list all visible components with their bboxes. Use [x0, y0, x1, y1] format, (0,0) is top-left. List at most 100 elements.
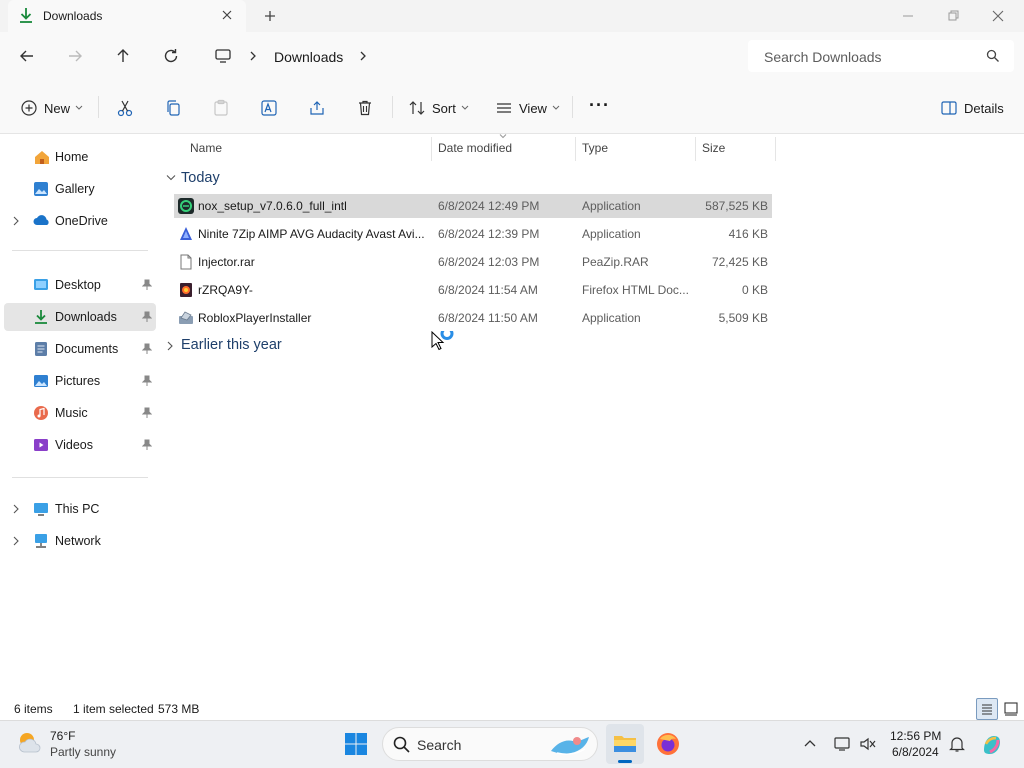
sidebar-item-downloads[interactable]: Downloads: [4, 303, 156, 331]
restore-icon[interactable]: [943, 6, 963, 26]
sidebar-item-network[interactable]: Network: [4, 527, 156, 555]
sidebar-item-home[interactable]: Home: [4, 143, 156, 171]
sidebar-divider: [12, 477, 148, 478]
computer-icon: [214, 47, 232, 65]
tab-downloads[interactable]: Downloads: [8, 0, 246, 32]
home-icon: [33, 149, 51, 165]
sidebar-item-label: Pictures: [55, 374, 101, 388]
sidebar-item-gallery[interactable]: Gallery: [4, 175, 156, 203]
notification-bell-icon[interactable]: [948, 735, 966, 753]
cut-button[interactable]: [116, 97, 134, 119]
file-date: 6/8/2024 11:50 AM: [438, 311, 538, 325]
sidebar-item-this-pc[interactable]: This PC: [4, 495, 156, 523]
onedrive-icon: [33, 213, 51, 227]
weather-temp: 76°F: [50, 729, 76, 743]
this-pc-icon: [33, 501, 49, 517]
taskbar-file-explorer[interactable]: [606, 724, 644, 764]
delete-button[interactable]: [356, 97, 374, 119]
minimize-icon[interactable]: [898, 6, 918, 26]
view-button[interactable]: View: [495, 97, 560, 119]
windows-start-icon[interactable]: [344, 732, 368, 756]
breadcrumb-downloads[interactable]: Downloads: [274, 49, 343, 65]
refresh-icon[interactable]: [161, 46, 181, 66]
music-icon: [33, 405, 49, 421]
share-button[interactable]: [308, 97, 326, 119]
chevron-right-icon: [166, 341, 174, 351]
view-list-icon: [495, 99, 513, 117]
installer-icon: [178, 310, 194, 326]
close-tab-icon[interactable]: [220, 8, 234, 22]
sidebar-item-music[interactable]: Music: [4, 399, 156, 427]
new-button[interactable]: New: [20, 97, 83, 119]
address-bar[interactable]: Downloads: [204, 40, 734, 72]
firefox-icon[interactable]: [656, 732, 680, 756]
chevron-right-icon[interactable]: [12, 504, 20, 514]
plus-circle-icon: [20, 99, 38, 117]
sidebar-item-videos[interactable]: Videos: [4, 431, 156, 459]
sidebar-item-pictures[interactable]: Pictures: [4, 367, 156, 395]
rename-button[interactable]: [260, 97, 278, 119]
column-divider[interactable]: [575, 137, 576, 161]
back-icon[interactable]: [17, 46, 37, 66]
pin-icon[interactable]: [142, 407, 152, 419]
pin-icon[interactable]: [142, 311, 152, 323]
sidebar-item-onedrive[interactable]: OneDrive: [4, 207, 156, 235]
search-input[interactable]: Search Downloads: [748, 40, 1014, 72]
network-icon: [33, 533, 49, 549]
sidebar-item-documents[interactable]: Documents: [4, 335, 156, 363]
new-tab-button[interactable]: [262, 8, 278, 24]
gallery-icon: [33, 181, 49, 197]
column-divider[interactable]: [695, 137, 696, 161]
chevron-up-icon[interactable]: [803, 737, 817, 751]
group-label: Today: [181, 170, 220, 186]
more-options-button[interactable]: ···: [589, 94, 610, 116]
divider: [572, 96, 573, 118]
search-icon: [986, 49, 1000, 63]
chevron-right-icon[interactable]: [12, 216, 20, 226]
column-header-date[interactable]: Date modified: [438, 141, 512, 155]
speaker-muted-icon[interactable]: [859, 735, 877, 753]
table-row[interactable]: rZRQA9Y- 6/8/2024 11:54 AM Firefox HTML …: [174, 278, 772, 302]
file-type: PeaZip.RAR: [582, 255, 649, 269]
file-date: 6/8/2024 12:39 PM: [438, 227, 540, 241]
column-divider[interactable]: [431, 137, 432, 161]
column-divider[interactable]: [775, 137, 776, 161]
copy-button[interactable]: [164, 97, 182, 119]
sort-button[interactable]: Sort: [408, 97, 469, 119]
pin-icon[interactable]: [142, 279, 152, 291]
forward-icon[interactable]: [65, 46, 85, 66]
display-icon[interactable]: [833, 735, 851, 753]
item-count: 6 items: [14, 702, 53, 716]
up-icon[interactable]: [113, 46, 133, 66]
pin-icon[interactable]: [142, 439, 152, 451]
paste-button[interactable]: [212, 97, 230, 119]
column-header-name[interactable]: Name: [190, 141, 222, 155]
tiles-view-button[interactable]: [1000, 698, 1022, 720]
chevron-right-icon[interactable]: [248, 50, 258, 62]
chevron-right-icon[interactable]: [12, 536, 20, 546]
pin-icon[interactable]: [142, 375, 152, 387]
details-view-button[interactable]: [976, 698, 998, 720]
chevron-down-icon: [461, 105, 469, 111]
table-row[interactable]: Injector.rar 6/8/2024 12:03 PM PeaZip.RA…: [174, 250, 772, 274]
column-header-size[interactable]: Size: [702, 141, 725, 155]
paste-icon: [212, 99, 230, 117]
details-button[interactable]: Details: [940, 97, 1004, 119]
group-today[interactable]: Today: [164, 170, 284, 190]
column-header-type[interactable]: Type: [582, 141, 608, 155]
table-row[interactable]: nox_setup_v7.0.6.0_full_intl 6/8/2024 12…: [174, 194, 772, 218]
table-row[interactable]: Ninite 7Zip AIMP AVG Audacity Avast Avi.…: [174, 222, 772, 246]
pin-icon[interactable]: [142, 343, 152, 355]
sidebar-item-label: OneDrive: [55, 214, 108, 228]
copilot-icon[interactable]: [980, 732, 1004, 756]
table-row[interactable]: RobloxPlayerInstaller 6/8/2024 11:50 AM …: [174, 306, 772, 330]
group-earlier-this-year[interactable]: Earlier this year: [164, 337, 324, 357]
clock-date: 6/8/2024: [892, 745, 939, 759]
sidebar-item-label: Network: [55, 534, 101, 548]
file-type: Application: [582, 311, 641, 325]
taskbar-search[interactable]: Search: [382, 727, 598, 761]
close-window-icon[interactable]: [988, 6, 1008, 26]
sidebar-item-desktop[interactable]: Desktop: [4, 271, 156, 299]
chevron-right-icon[interactable]: [358, 50, 368, 62]
file-size: 72,425 KB: [711, 255, 768, 269]
